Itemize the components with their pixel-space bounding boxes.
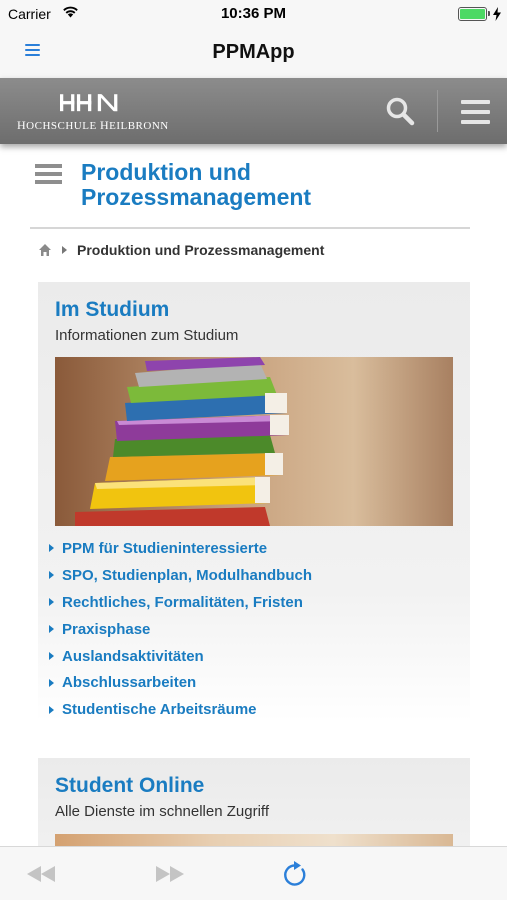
header-divider (437, 90, 438, 132)
chevron-right-icon (49, 571, 54, 580)
link-ppm-studieninteressierte[interactable]: PPM für Studieninteressierte (49, 535, 312, 562)
chevron-right-icon (49, 678, 54, 687)
battery-icon (458, 7, 490, 21)
card-title[interactable]: Im Studium (55, 298, 169, 322)
card-subtitle: Informationen zum Studium (55, 327, 239, 344)
chevron-right-icon (49, 705, 54, 714)
link-label[interactable]: Studentische Arbeitsräume (62, 701, 257, 718)
breadcrumb: Produktion und Prozessmanagement (38, 241, 324, 259)
charging-bolt-icon (493, 7, 501, 21)
site-header: HOCHSCHULE HEILBRONN (0, 78, 507, 144)
link-arbeitsraeume[interactable]: Studentische Arbeitsräume (49, 696, 312, 723)
link-auslandsaktivitaeten[interactable]: Auslandsaktivitäten (49, 643, 312, 670)
app-title: PPMApp (212, 41, 295, 63)
fast-forward-icon[interactable] (155, 865, 185, 883)
chevron-right-icon (49, 544, 54, 553)
status-bar: Carrier 10:36 PM (0, 0, 507, 28)
card-title[interactable]: Student Online (55, 774, 204, 798)
page-title: Produktion und Prozessmanagement (81, 159, 312, 210)
clock: 10:36 PM (220, 5, 287, 22)
link-abschlussarbeiten[interactable]: Abschlussarbeiten (49, 669, 312, 696)
breadcrumb-current: Produktion und Prozessmanagement (77, 242, 325, 258)
rewind-icon[interactable] (26, 865, 56, 883)
link-label[interactable]: PPM für Studieninteressierte (62, 540, 267, 557)
section-menu-icon[interactable] (35, 164, 62, 184)
hamburger-icon[interactable] (461, 100, 490, 125)
link-label[interactable]: Praxisphase (62, 621, 150, 638)
chevron-right-icon (49, 652, 54, 660)
chevron-right-icon (49, 625, 54, 634)
logo-subtitle: HOCHSCHULE HEILBRONN (17, 118, 169, 132)
home-icon[interactable] (38, 243, 52, 257)
link-praxisphase[interactable]: Praxisphase (49, 616, 312, 643)
link-label[interactable]: SPO, Studienplan, Modulhandbuch (62, 567, 312, 584)
books-image[interactable] (55, 357, 453, 526)
link-list: PPM für Studieninteressierte SPO, Studie… (49, 535, 312, 723)
search-icon[interactable] (385, 96, 415, 126)
link-label[interactable]: Auslandsaktivitäten (62, 648, 204, 665)
link-rechtliches[interactable]: Rechtliches, Formalitäten, Fristen (49, 589, 312, 616)
card-subtitle: Alle Dienste im schnellen Zugriff (55, 803, 269, 820)
link-spo-studienplan[interactable]: SPO, Studienplan, Modulhandbuch (49, 562, 312, 589)
divider (30, 227, 470, 229)
link-label[interactable]: Rechtliches, Formalitäten, Fristen (62, 594, 303, 611)
card-im-studium: Im Studium Informationen zum Studium PPM… (38, 282, 470, 722)
link-label[interactable]: Abschlussarbeiten (62, 674, 196, 691)
hhn-logo[interactable] (60, 91, 148, 117)
browser-toolbar (0, 846, 507, 900)
chevron-right-icon (62, 246, 67, 254)
chevron-right-icon (49, 598, 54, 607)
nav-bar: PPMApp (0, 28, 507, 78)
reload-icon[interactable] (282, 861, 308, 888)
